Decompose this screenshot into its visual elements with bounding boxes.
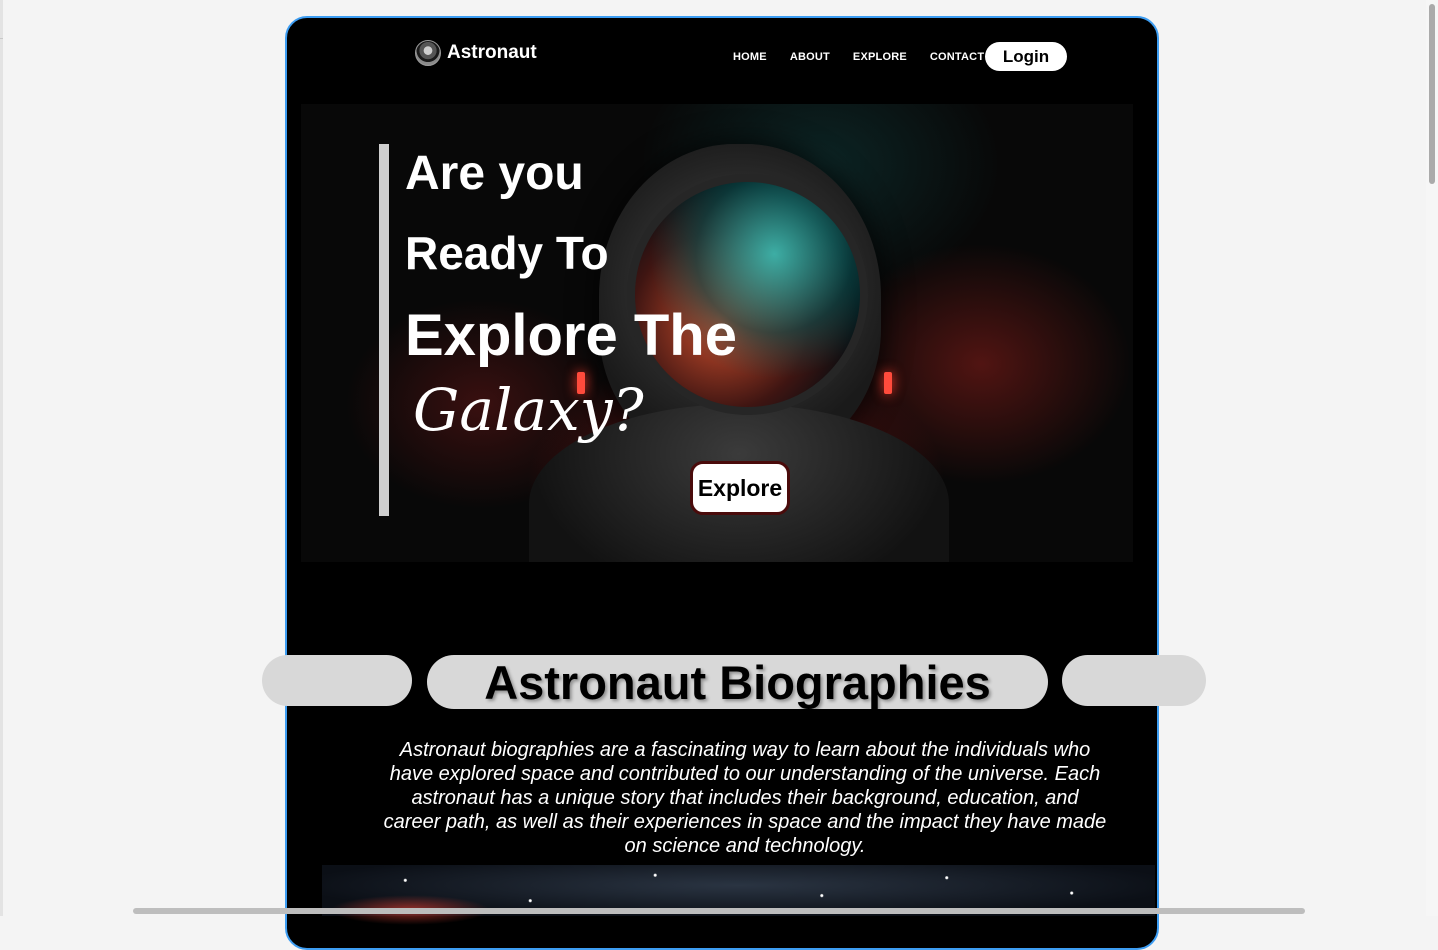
explore-button[interactable]: Explore xyxy=(690,461,790,515)
nav-link-contact[interactable]: CONTACT xyxy=(930,51,984,63)
nav-link-about[interactable]: ABOUT xyxy=(790,51,830,63)
brand-name: Astronaut xyxy=(447,42,537,63)
astronaut-icon xyxy=(415,40,441,66)
horizontal-scrollbar[interactable] xyxy=(133,908,1305,914)
hero-line-4: Galaxy? xyxy=(413,376,644,444)
vertical-scrollbar[interactable] xyxy=(1426,0,1438,916)
carousel-pill-right[interactable] xyxy=(1062,655,1206,706)
carousel-pill-left[interactable] xyxy=(262,655,412,706)
nav-link-home[interactable]: HOME xyxy=(733,51,767,63)
hero-line-3: Explore The xyxy=(405,303,737,368)
login-button[interactable]: Login xyxy=(985,42,1067,71)
helmet-visor-image xyxy=(627,174,868,415)
biographies-heading-pill: Astronaut Biographies xyxy=(427,655,1048,709)
vertical-scrollbar-thumb[interactable] xyxy=(1429,4,1435,184)
hero-banner: Are you Ready To Explore The Galaxy? Exp… xyxy=(301,104,1133,562)
hero-line-2: Ready To xyxy=(405,227,609,279)
helmet-light-right xyxy=(884,372,892,394)
left-tick xyxy=(0,38,3,39)
biographies-description: Astronaut biographies are a fascinating … xyxy=(383,739,1107,857)
hero-accent-bar xyxy=(379,144,389,516)
biographies-title: Astronaut Biographies xyxy=(484,655,991,709)
nav-link-explore[interactable]: EXPLORE xyxy=(853,51,907,63)
navbar: Astronaut HOME ABOUT EXPLORE CONTACT Log… xyxy=(287,18,1157,104)
hero-line-1: Are you xyxy=(405,147,584,200)
left-edge xyxy=(0,0,3,916)
nav-links: HOME ABOUT EXPLORE CONTACT xyxy=(733,51,1007,63)
brand-logo[interactable]: Astronaut xyxy=(415,40,537,66)
